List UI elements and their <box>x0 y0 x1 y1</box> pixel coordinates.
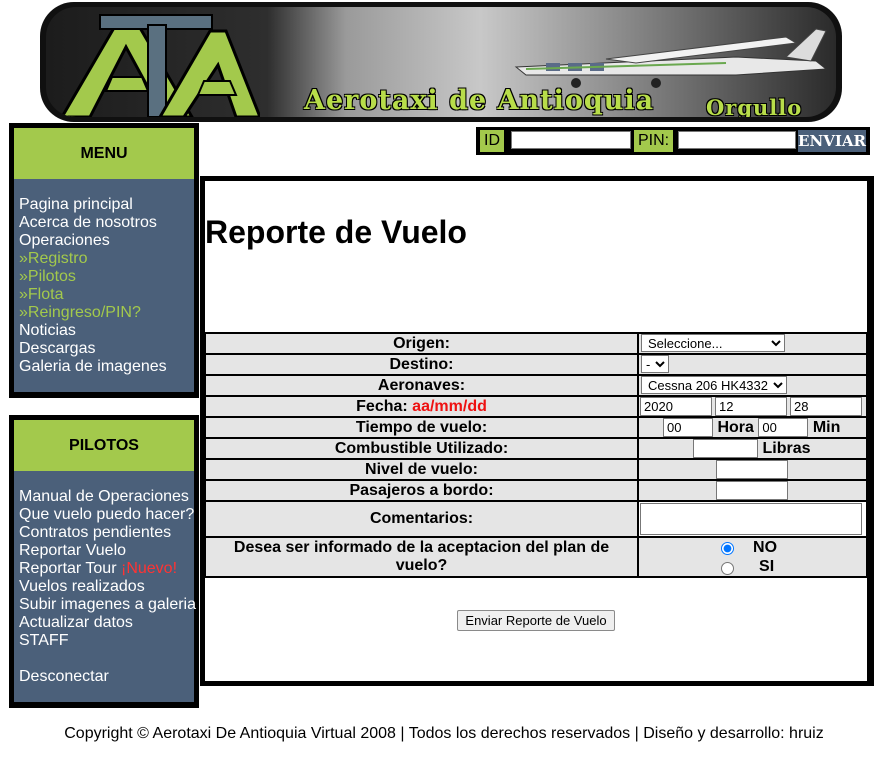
radio-no[interactable] <box>721 542 735 555</box>
row-pasajeros: Pasajeros a bordo: <box>203 479 868 502</box>
pilotos-item-reportar-vuelo[interactable]: Reportar Vuelo <box>19 542 126 560</box>
tiempo-label: Tiempo de vuelo: <box>203 416 640 439</box>
pilotos-item-staff[interactable]: STAFF <box>19 632 68 650</box>
pilotos-item-subir-imagenes[interactable]: Subir imagenes a galeria <box>19 596 196 614</box>
min-unit: Min <box>812 419 841 436</box>
origen-select[interactable]: Seleccione... <box>641 334 786 352</box>
fecha-label: Fecha: <box>356 397 408 415</box>
menu-item-noticias[interactable]: Noticias <box>19 322 76 340</box>
menu-item-reingreso[interactable]: »Reingreso/PIN? <box>19 304 141 322</box>
flight-report-form: Origen: Seleccione... Destino: - Aeronav… <box>203 332 868 578</box>
comentarios-label: Comentarios: <box>203 500 640 538</box>
fecha-day-input[interactable] <box>790 397 863 416</box>
pilotos-item-actualizar[interactable]: Actualizar datos <box>19 614 133 632</box>
comentarios-textarea[interactable] <box>640 503 863 535</box>
destino-select[interactable]: - <box>641 355 670 373</box>
row-aeronaves: Aeronaves: Cessna 206 HK4332 <box>203 374 868 397</box>
radio-si[interactable] <box>721 562 735 575</box>
row-nivel: Nivel de vuelo: <box>203 458 868 481</box>
row-origen: Origen: Seleccione... <box>203 332 868 355</box>
menu-item-pilotos[interactable]: »Pilotos <box>19 268 76 286</box>
pasajeros-input[interactable] <box>716 481 789 500</box>
menu-item-registro[interactable]: »Registro <box>19 250 87 268</box>
row-destino: Destino: - <box>203 353 868 376</box>
hora-unit: Hora <box>717 419 754 436</box>
submit-flight-report-button[interactable]: Enviar Reporte de Vuelo <box>457 610 615 631</box>
pilotos-panel: PILOTOS Manual de Operaciones Que vuelo … <box>9 415 199 708</box>
pin-label: PIN: <box>634 130 674 152</box>
pilotos-item-vuelos-realizados[interactable]: Vuelos realizados <box>19 578 145 596</box>
radio-si-label: SI <box>759 558 775 575</box>
informar-radio-group: NO SI <box>639 538 866 576</box>
fecha-label-cell: Fecha: aa/mm/dd <box>203 395 640 418</box>
pilotos-item-que-vuelo[interactable]: Que vuelo puedo hacer? <box>19 506 194 524</box>
nivel-label: Nivel de vuelo: <box>203 458 640 481</box>
radio-no-label: NO <box>753 539 778 556</box>
pilotos-body: Manual de Operaciones Que vuelo puedo ha… <box>14 471 196 702</box>
row-fecha: Fecha: aa/mm/dd <box>203 395 868 418</box>
origen-label: Origen: <box>203 332 640 355</box>
pin-input[interactable] <box>678 131 796 149</box>
destino-label: Destino: <box>203 353 640 376</box>
fecha-month-input[interactable] <box>715 397 788 416</box>
combustible-input[interactable] <box>693 439 759 458</box>
id-input[interactable] <box>511 131 631 149</box>
menu-item-operaciones[interactable]: Operaciones <box>19 232 110 250</box>
pasajeros-label: Pasajeros a bordo: <box>203 479 640 502</box>
site-banner: Aerotaxi de Antioquia Orgullo Paisa <box>40 2 842 122</box>
reportar-tour-label: Reportar Tour <box>19 560 117 577</box>
row-combustible: Combustible Utilizado: Libras <box>203 437 868 460</box>
aeronave-select[interactable]: Cessna 206 HK4332 <box>641 376 788 394</box>
footer-copyright: Copyright © Aerotaxi De Antioquia Virtua… <box>64 725 824 742</box>
brand-name: Aerotaxi de Antioquia <box>304 85 655 116</box>
pilotos-title: PILOTOS <box>14 420 194 471</box>
row-tiempo: Tiempo de vuelo: Hora Min <box>203 416 868 439</box>
menu-item-descargas[interactable]: Descargas <box>19 340 95 358</box>
row-comentarios: Comentarios: <box>203 500 868 538</box>
libras-unit: Libras <box>762 440 811 457</box>
send-button[interactable]: ENVIAR <box>798 130 866 152</box>
pilotos-item-contratos[interactable]: Contratos pendientes <box>19 524 171 542</box>
nuevo-badge: ¡Nuevo! <box>120 560 178 577</box>
aeronaves-label: Aeronaves: <box>203 374 640 397</box>
id-label: ID <box>480 130 504 152</box>
row-informar: Desea ser informado de la aceptacion del… <box>203 536 868 578</box>
pilotos-item-manual[interactable]: Manual de Operaciones <box>19 488 189 506</box>
menu-panel: MENU Pagina principal Acerca de nosotros… <box>9 123 199 398</box>
pilotos-item-reportar-tour[interactable]: Reportar Tour ¡Nuevo! <box>19 560 177 578</box>
pilotos-item-desconectar[interactable]: Desconectar <box>19 668 109 686</box>
combustible-label: Combustible Utilizado: <box>203 437 640 460</box>
login-bar: ID PIN: ENVIAR <box>476 127 870 155</box>
ata-logo <box>60 14 260 117</box>
page-title: Reporte de Vuelo <box>205 214 467 250</box>
informar-label: Desea ser informado de la aceptacion del… <box>203 536 640 578</box>
menu-title: MENU <box>14 128 194 179</box>
brand-tagline: Orgullo Paisa <box>706 95 803 117</box>
fecha-format-hint: aa/mm/dd <box>412 397 487 415</box>
menu-item-galeria[interactable]: Galeria de imagenes <box>19 358 167 376</box>
nivel-input[interactable] <box>716 460 789 479</box>
menu-item-flota[interactable]: »Flota <box>19 286 63 304</box>
banner-background: Aerotaxi de Antioquia Orgullo Paisa <box>46 7 836 117</box>
fecha-year-input[interactable] <box>640 397 713 416</box>
hora-input[interactable] <box>663 418 714 437</box>
menu-item-acerca[interactable]: Acerca de nosotros <box>19 214 157 232</box>
min-input[interactable] <box>758 418 809 437</box>
menu-item-pagina-principal[interactable]: Pagina principal <box>19 196 133 214</box>
menu-body: Pagina principal Acerca de nosotros Oper… <box>14 179 194 392</box>
